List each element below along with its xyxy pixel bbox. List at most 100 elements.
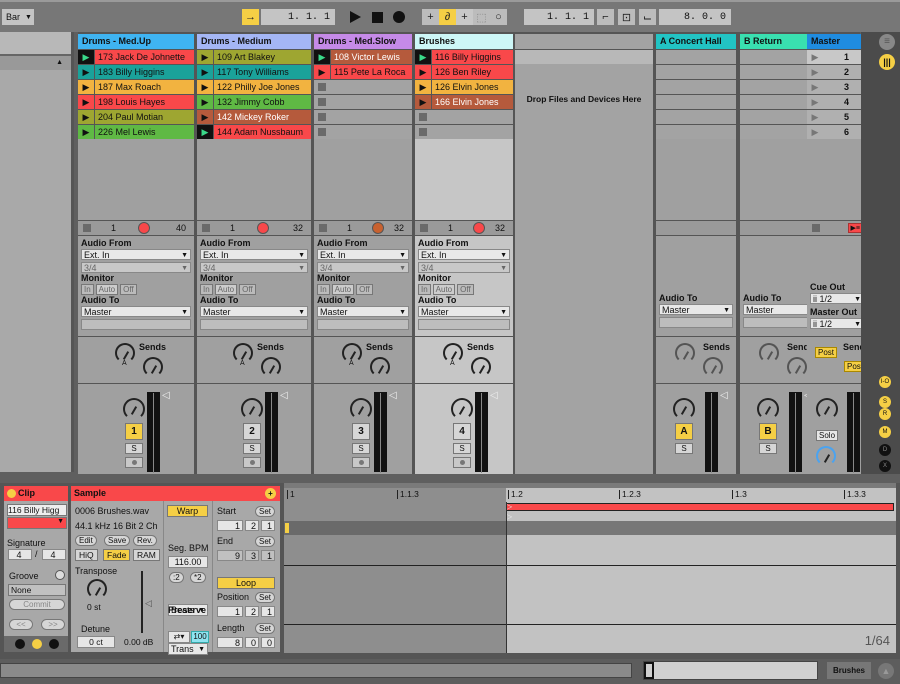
expand-icon[interactable]: + — [265, 488, 276, 499]
monitor-off[interactable]: Off — [356, 284, 373, 295]
warp-button[interactable]: Warp — [167, 505, 208, 517]
clip-play-icon[interactable]: ▶ — [78, 95, 94, 109]
track-title[interactable]: Brushes — [415, 34, 513, 49]
audio-to-select[interactable]: Master — [81, 306, 191, 318]
clip-slot[interactable]: ▶ 166 Elvin Jones — [415, 94, 513, 109]
clip-slot[interactable]: ▶ 122 Philly Joe Jones — [197, 79, 311, 94]
track-activator-button[interactable]: 1 — [125, 423, 143, 440]
clip-name-field[interactable]: 116 Billy Higg — [7, 504, 67, 516]
length-beat[interactable]: 0 — [245, 637, 259, 648]
position-set-button[interactable]: Set — [255, 592, 276, 603]
follow-icon[interactable]: → — [242, 9, 259, 25]
empty-clip-slot[interactable] — [656, 49, 736, 64]
seg-bpm-field[interactable]: 116.00 — [168, 556, 208, 568]
stop-clips-icon[interactable] — [83, 224, 91, 232]
punch-out-icon[interactable]: ⌙ — [639, 9, 656, 25]
arm-record-icon[interactable] — [372, 222, 385, 234]
toggle-r-icon[interactable]: R — [879, 408, 891, 420]
monitor-off[interactable]: Off — [457, 284, 474, 295]
gain-handle-icon[interactable]: ◁ — [145, 598, 152, 609]
back-to-arrangement-icon[interactable]: + — [456, 9, 473, 25]
detune-field[interactable]: 0 ct — [77, 636, 115, 648]
clip-activator[interactable] — [7, 489, 16, 498]
clip-play-icon[interactable]: ▶ — [197, 125, 213, 139]
length-sixteenth[interactable]: 0 — [261, 637, 275, 648]
monitor-in[interactable]: In — [317, 284, 330, 295]
end-sixteenth[interactable]: 1 — [261, 550, 275, 561]
edit-button[interactable]: Edit — [75, 535, 97, 546]
empty-clip-slot[interactable] — [656, 64, 736, 79]
pan-knob[interactable] — [757, 398, 779, 420]
launch-icon[interactable] — [15, 639, 25, 649]
envelope-icon[interactable] — [49, 639, 59, 649]
scene-play-icon[interactable]: ▶ — [807, 80, 823, 94]
pan-knob[interactable] — [673, 398, 695, 420]
browser-search[interactable] — [0, 32, 71, 56]
session-view-icon[interactable]: ||| — [879, 54, 895, 70]
clip-play-icon[interactable]: ▶ — [314, 50, 330, 64]
send-a-knob[interactable] — [759, 343, 779, 363]
groove-select[interactable]: None — [8, 584, 66, 596]
monitor-auto[interactable]: Auto — [331, 284, 355, 295]
start-beat[interactable]: 2 — [245, 520, 259, 531]
arm-button[interactable] — [352, 457, 370, 468]
empty-clip-slot[interactable] — [314, 109, 412, 124]
stop-icon[interactable] — [372, 12, 383, 23]
arm-button[interactable] — [125, 457, 143, 468]
sample-icon[interactable] — [32, 639, 42, 649]
arrangement-position[interactable]: 1. 1. 1 — [261, 9, 335, 25]
clip-play-icon[interactable]: ▶ — [197, 50, 213, 64]
input-channel-select[interactable]: 3/4 — [81, 262, 191, 274]
empty-clip-slot[interactable] — [656, 94, 736, 109]
send-b-knob[interactable] — [370, 357, 390, 377]
scene-launch[interactable]: ▶ 1 — [807, 49, 867, 64]
groove-pool-icon[interactable] — [55, 570, 65, 580]
track-title[interactable]: Drums - Medium — [197, 34, 311, 49]
envelope-field[interactable]: 100 — [191, 631, 209, 643]
stop-clips-icon[interactable] — [319, 224, 327, 232]
send-b-knob[interactable] — [261, 357, 281, 377]
clip-slot[interactable]: ▶ 115 Pete La Roca — [314, 64, 412, 79]
send-b-knob[interactable] — [143, 357, 163, 377]
fade-button[interactable]: Fade — [103, 549, 131, 561]
pan-knob[interactable] — [451, 398, 473, 420]
empty-clip-slot[interactable] — [656, 109, 736, 124]
empty-clip-slot[interactable] — [314, 94, 412, 109]
loop-mode-select[interactable]: ⇄▾ — [168, 631, 190, 643]
clip-play-icon[interactable]: ▶ — [197, 95, 213, 109]
clip-slot[interactable]: ▶ 108 Victor Lewis — [314, 49, 412, 64]
length-bar[interactable]: 8 — [217, 637, 243, 648]
overdub-icon[interactable]: + — [422, 9, 439, 25]
empty-clip-slot[interactable] — [415, 109, 513, 124]
scene-launch[interactable]: ▶ 6 — [807, 124, 867, 139]
arm-button[interactable] — [243, 457, 261, 468]
pan-knob[interactable] — [816, 398, 838, 420]
monitor-auto[interactable]: Auto — [432, 284, 456, 295]
scene-launch[interactable]: ▶ 2 — [807, 64, 867, 79]
commit-button[interactable]: Commit — [9, 599, 65, 610]
position-bar[interactable]: 1 — [217, 606, 243, 617]
automation-arm-icon[interactable]: ∂ — [439, 9, 456, 25]
clip-play-icon[interactable]: ▶ — [78, 50, 94, 64]
arm-button[interactable] — [453, 457, 471, 468]
end-bar[interactable]: 9 — [217, 550, 243, 561]
monitor-in[interactable]: In — [418, 284, 431, 295]
clip-play-icon[interactable]: ▶ — [415, 95, 431, 109]
clip-slot[interactable]: ▶ 198 Louis Hayes — [78, 94, 194, 109]
scene-play-icon[interactable]: ▶ — [807, 95, 823, 109]
clip-play-icon[interactable]: ▶ — [415, 65, 431, 79]
reverse-button[interactable]: Rev. — [133, 535, 157, 546]
solo-button[interactable]: S — [759, 443, 777, 454]
clip-slot[interactable]: ▶ 132 Jimmy Cobb — [197, 94, 311, 109]
scene-play-icon[interactable]: ▶ — [807, 50, 823, 64]
start-bar[interactable]: 1 — [217, 520, 243, 531]
monitor-off[interactable]: Off — [239, 284, 256, 295]
audio-from-select[interactable]: Ext. In — [81, 249, 191, 261]
solo-button[interactable]: S — [675, 443, 693, 454]
send-b-knob[interactable] — [703, 357, 723, 377]
overview-navigator[interactable] — [643, 661, 818, 680]
loop-button[interactable]: Loop — [217, 577, 275, 589]
show-detail-icon[interactable]: ▲ — [878, 663, 894, 679]
toggle-d-icon[interactable]: D — [879, 444, 891, 456]
browser-scroll-up-icon[interactable]: ▲ — [0, 56, 71, 70]
